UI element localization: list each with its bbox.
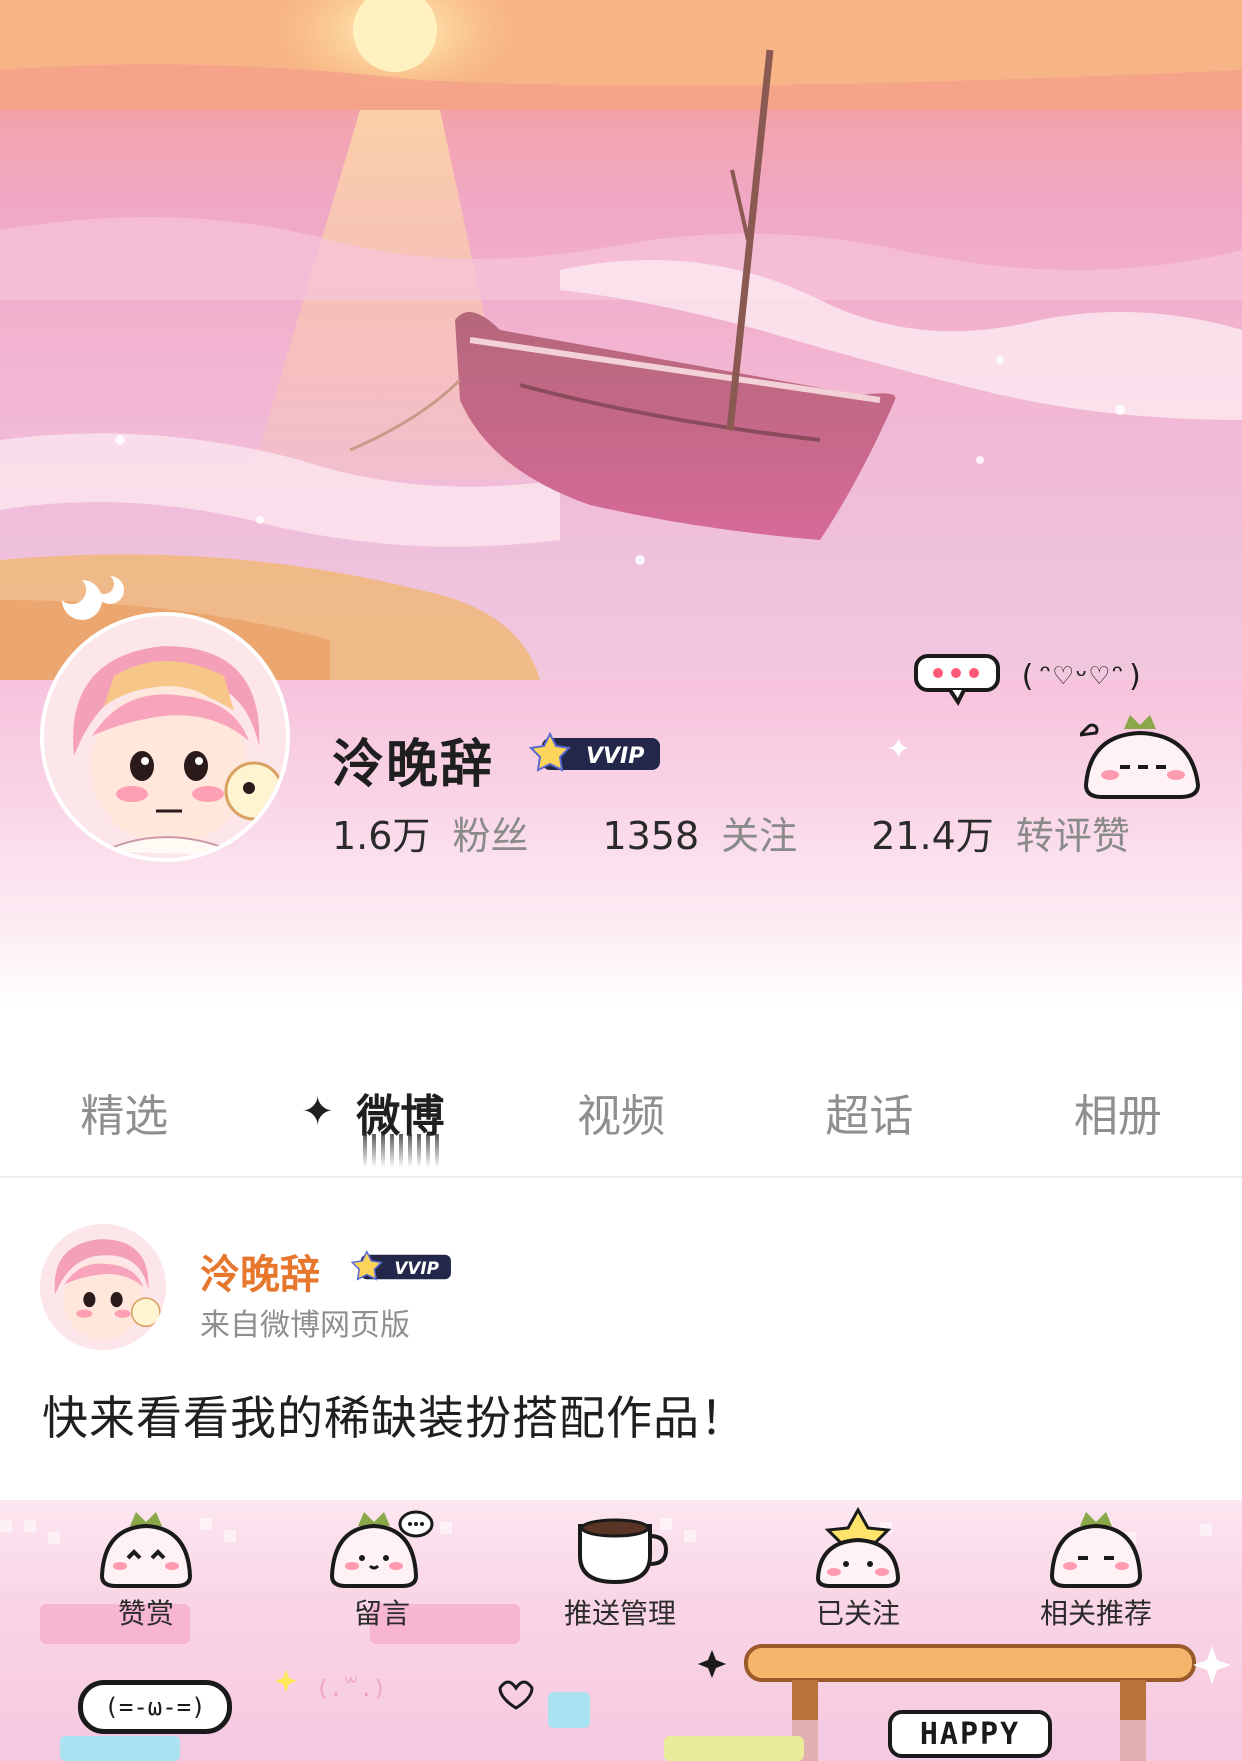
stat-followers[interactable]: 1.6万 粉丝 xyxy=(332,805,528,860)
svg-text:(.꒳.): (.꒳.) xyxy=(316,1677,386,1702)
related-recommendations-button[interactable]: 相关推荐 xyxy=(1016,1506,1176,1632)
sunset-boat-illustration xyxy=(0,0,1242,680)
tab-weibo[interactable]: ✦ 微博 xyxy=(248,1048,496,1176)
stat-value: 21.4万 xyxy=(871,814,994,858)
push-settings-button[interactable]: 推送管理 xyxy=(540,1506,700,1632)
post-card-decoration: (.꒳.) (=-ω-=) HAPPY 赞赏 留言 推送管理 已关注 相关推荐 xyxy=(0,1500,1242,1761)
stat-value: 1.6万 xyxy=(332,814,431,858)
kaomoji-bubble-decoration: (=-ω-=) xyxy=(78,1680,232,1734)
action-label: 留言 xyxy=(353,1597,410,1630)
mascot-decoration-icon xyxy=(1075,705,1210,809)
stat-label: 关注 xyxy=(721,814,798,858)
tab-super-topics[interactable]: 超话 xyxy=(745,1048,993,1176)
mascot-reward-icon xyxy=(99,1512,193,1588)
tab-featured[interactable]: 精选 xyxy=(0,1048,248,1176)
tab-label: 精选 xyxy=(80,1091,169,1142)
coffee-cup-icon xyxy=(578,1518,669,1585)
stat-label: 粉丝 xyxy=(452,814,529,858)
action-label: 已关注 xyxy=(815,1597,900,1630)
sparkle-icon: ✦ xyxy=(886,732,912,767)
post-vvip-badge[interactable]: VVIP xyxy=(350,1249,454,1284)
profile-cover-image[interactable] xyxy=(0,0,1242,680)
tab-label: 相册 xyxy=(1073,1091,1162,1142)
post-author-name[interactable]: 泠晚辞 xyxy=(200,1242,320,1300)
post-body-text: 快来看看我的稀缺装扮搭配作品！ xyxy=(42,1391,747,1445)
vvip-badge-text: VVIP xyxy=(394,1258,439,1278)
post-source: 来自微博网页版 xyxy=(200,1308,410,1343)
tab-label: 视频 xyxy=(577,1091,666,1142)
sparkle-icon: ✦ xyxy=(300,1089,335,1135)
action-label: 推送管理 xyxy=(563,1597,676,1630)
profile-stats: 1.6万 粉丝 1358 关注 21.4万 转评赞 xyxy=(332,805,1204,860)
mascot-star-icon xyxy=(815,1506,901,1588)
comment-button[interactable]: 留言 xyxy=(302,1506,462,1632)
mascot-recommend-icon xyxy=(1049,1512,1143,1588)
action-label: 赞赏 xyxy=(117,1597,174,1630)
post-action-bar: 赞赏 留言 推送管理 已关注 相关推荐 xyxy=(0,1506,1242,1636)
kaomoji-text: (ᵔ♡ᵕ♡ᵔ) xyxy=(1018,659,1144,694)
action-label: 相关推荐 xyxy=(1039,1597,1152,1630)
profile-nickname: 泠晚辞 xyxy=(332,735,495,795)
mascot-comment-icon xyxy=(330,1510,434,1588)
tab-videos[interactable]: 视频 xyxy=(497,1048,745,1176)
happy-sign-decoration: HAPPY xyxy=(888,1710,1052,1758)
tab-albums[interactable]: 相册 xyxy=(994,1048,1242,1176)
profile-avatar[interactable] xyxy=(40,612,290,862)
tab-label: 超话 xyxy=(825,1091,914,1142)
vvip-badge[interactable]: VVIP xyxy=(528,731,664,776)
stat-value: 1358 xyxy=(602,814,700,858)
stat-reposts-comments-likes[interactable]: 21.4万 转评赞 xyxy=(871,805,1130,860)
stat-following[interactable]: 1358 关注 xyxy=(602,805,797,860)
post-author-avatar[interactable] xyxy=(40,1224,166,1350)
stat-label: 转评赞 xyxy=(1015,814,1130,858)
vvip-badge-text: VVIP xyxy=(586,744,644,769)
active-tab-indicator xyxy=(362,1134,443,1168)
following-button[interactable]: 已关注 xyxy=(778,1506,938,1632)
profile-tab-bar: 精选 ✦ 微博 视频 超话 相册 xyxy=(0,1048,1242,1178)
reward-button[interactable]: 赞赏 xyxy=(66,1506,226,1632)
